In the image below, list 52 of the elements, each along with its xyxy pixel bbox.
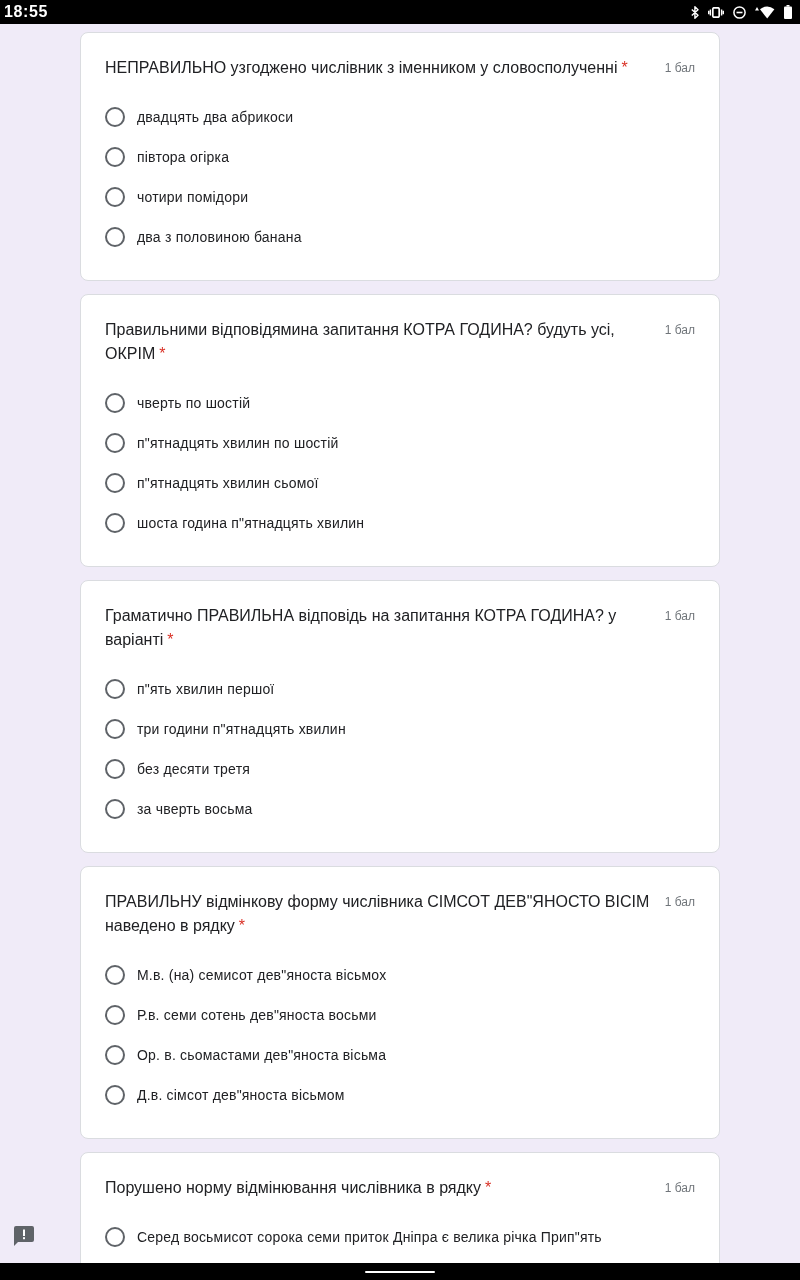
battery-icon: [784, 5, 792, 19]
radio-button[interactable]: [105, 1227, 125, 1247]
radio-button[interactable]: [105, 679, 125, 699]
points-label: 1 бал: [664, 322, 695, 339]
option-label: чотири помідори: [137, 188, 249, 207]
option-label: Серед восьмисот сорока семи приток Дніпра є велика річка Прип"ять: [137, 1228, 602, 1247]
radio-button[interactable]: [105, 1045, 125, 1065]
option-label: Д.в. сімсот дев"яноста вісьмом: [137, 1086, 345, 1105]
radio-button[interactable]: [105, 107, 125, 127]
option-label: п"ятнадцять хвилин по шостій: [137, 434, 339, 453]
radio-button[interactable]: [105, 227, 125, 247]
question-title: Граматично ПРАВИЛЬНА відповідь на запитання КОТРА ГОДИНА? у варіанті *: [105, 606, 618, 650]
question-title: ПРАВИЛЬНУ відмінкову форму числівника СІМСОТ ДЕВ"ЯНОСТО ВІСІМ наведено в рядку *: [105, 892, 651, 936]
radio-button[interactable]: [105, 1085, 125, 1105]
option-label: півтора огірка: [137, 148, 230, 167]
option-label: шоста година п"ятнадцять хвилин: [137, 514, 365, 533]
option-label: Ор. в. сьомастами дев"яноста вісьма: [137, 1046, 387, 1065]
radio-button[interactable]: [105, 1005, 125, 1025]
radio-button[interactable]: [105, 433, 125, 453]
option-label: два з половиною банана: [137, 228, 302, 247]
radio-button[interactable]: [105, 187, 125, 207]
radio-button[interactable]: [105, 965, 125, 985]
question-title: Правильними відповідямина запитання КОТРА ГОДИНА? будуть усі, ОКРІМ *: [105, 320, 616, 364]
option-label: п"ятнадцять хвилин сьомої: [137, 474, 319, 493]
radio-button[interactable]: [105, 393, 125, 413]
radio-button[interactable]: [105, 513, 125, 533]
question-title: НЕПРАВИЛЬНО узгоджено числівник з іменником у словосполученні *: [105, 58, 628, 78]
option-label: чверть по шостій: [137, 394, 251, 413]
vibrate-icon: [708, 6, 724, 18]
points-label: 1 бал: [664, 1180, 695, 1197]
option-label: двадцять два абрикоси: [137, 108, 294, 127]
points-label: 1 бал: [664, 60, 695, 77]
option-label: без десяти третя: [137, 760, 251, 779]
option-label: Р.в. семи сотень дев"яноста восьми: [137, 1006, 377, 1025]
radio-button[interactable]: [105, 147, 125, 167]
bluetooth-icon: [691, 5, 699, 19]
radio-button[interactable]: [105, 473, 125, 493]
option-label: за чверть восьма: [137, 800, 253, 819]
gesture-handle[interactable]: [365, 1270, 435, 1273]
option-label: М.в. (на) семисот дев"яноста вісьмох: [137, 966, 387, 985]
clock-time: 18:55: [4, 3, 48, 21]
question-title: Порушено норму відмінювання числівника в рядку *: [105, 1178, 492, 1198]
radio-button[interactable]: [105, 719, 125, 739]
do-not-disturb-icon: [733, 5, 746, 19]
option-label: п"ять хвилин першої: [137, 680, 275, 699]
option-label: три години п"ятнадцять хвилин: [137, 720, 346, 739]
radio-button[interactable]: [105, 759, 125, 779]
radio-button[interactable]: [105, 799, 125, 819]
feedback-icon[interactable]: [14, 1226, 34, 1246]
points-label: 1 бал: [664, 608, 695, 625]
points-label: 1 бал: [664, 894, 695, 911]
wifi-icon: [755, 5, 775, 19]
